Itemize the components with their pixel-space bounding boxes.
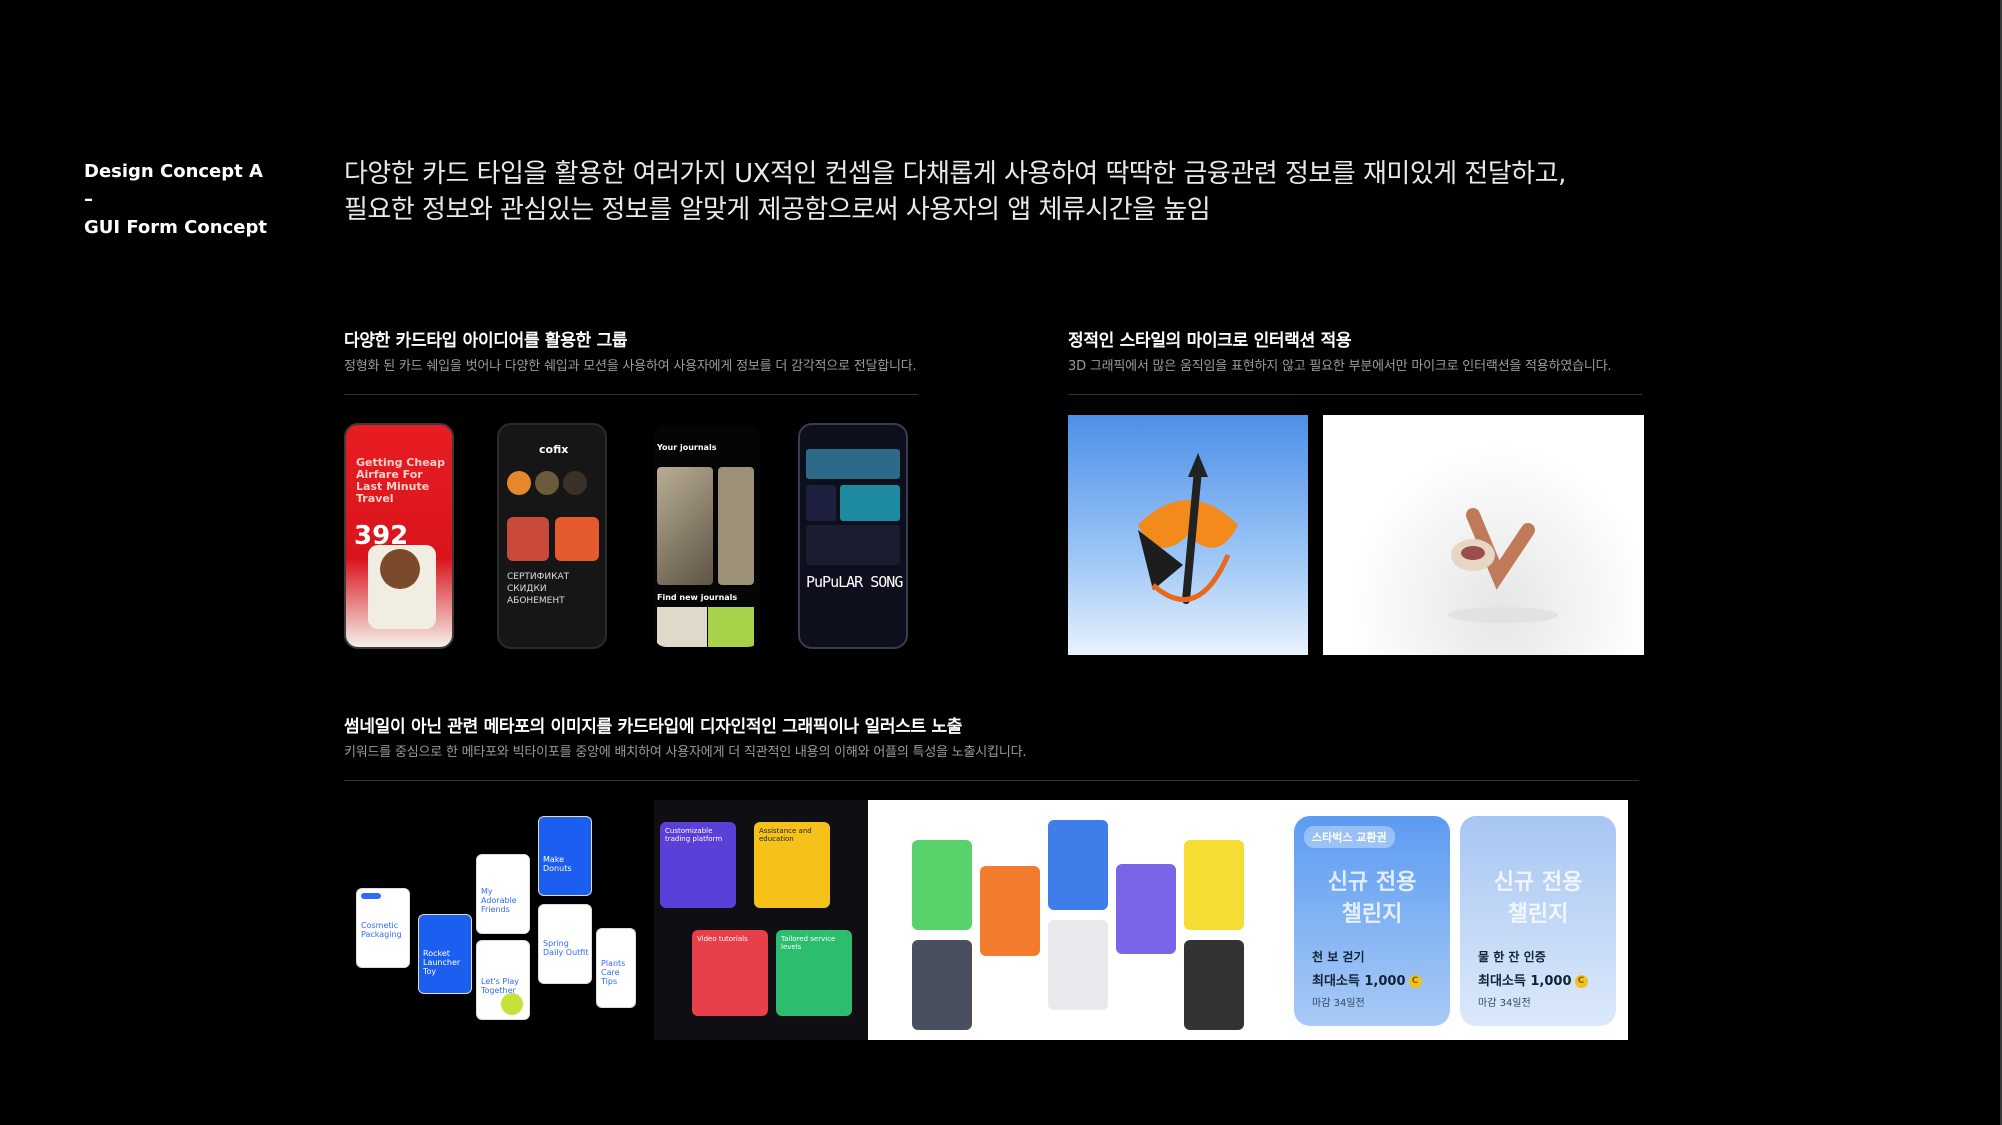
headline-line2: 필요한 정보와 관심있는 정보를 알맞게 제공함으로써 사용자의 앱 체류시간을… [344,195,1211,225]
slingshot-3d-image [1323,415,1644,655]
dessert-card [507,517,549,561]
coin-icon: C [1574,975,1588,988]
challenge-big-text: 신규 전용 [1327,870,1417,895]
section3-divider [344,780,1639,781]
challenge-reward: 최대소득 1,000 C [1312,970,1422,989]
product-thumb-icon [563,471,587,495]
mini-card: Plants Care Tips [596,928,636,1008]
product-thumb-icon [507,471,531,495]
music-tile [806,449,900,479]
feature-card-label: Customizable trading platform [665,827,723,843]
section1-title: 다양한 카드타입 아이디어를 활용한 그룹 [344,331,628,351]
mini-card-label: Make Donuts [543,855,572,873]
feature-card-label: Tailored service levels [781,935,836,951]
phone-mockup-cofix: cofix СЕРТИФИКАТ СКИДКИ АБОНЕМЕНТ [497,423,607,649]
challenge-name: 천 보 걷기 [1312,950,1365,964]
mini-card: Spring Daily Outfit [538,904,592,984]
mini-card-label: Spring Daily Outfit [543,939,589,957]
headline: 다양한 카드 타입을 활용한 여러가지 UX적인 컨셉을 다채롭게 사용하여 딱… [344,156,1566,228]
challenge-card-walk[interactable]: 스타벅스 교환권 신규 전용 챌린지 천 보 걷기 최대소득 1,000 C 마감… [1294,816,1450,1026]
illustration-card [980,866,1040,956]
rock-image [657,467,713,585]
headline-line1: 다양한 카드 타입을 활용한 여러가지 UX적인 컨셉을 다채롭게 사용하여 딱… [344,159,1566,189]
section2-title: 정적인 스타일의 마이크로 인터랙션 적용 [1068,331,1352,351]
cofix-menu-text: СЕРТИФИКАТ СКИДКИ АБОНЕМЕНТ [507,572,570,606]
phone-mockup-journals: Your journals Find new journals [652,423,762,649]
trading-cards-collage: Customizable trading platform Assistance… [654,800,868,1040]
challenge-big-text: 챌린지 [1507,902,1569,927]
feature-card: Customizable trading platform [660,822,736,908]
challenge-big-text: 신규 전용 [1493,870,1583,895]
tag-pill [361,893,381,899]
mini-card: My Adorable Friends [476,854,530,934]
section1-desc: 정형화 된 카드 쉐입을 벗어나 다양한 쉐입과 모션을 사용하여 사용자에게 … [344,359,917,374]
concept-title-line3: GUI Form Concept [84,217,267,238]
phone-mockup-travel: Getting Cheap Airfare For Last Minute Tr… [344,423,454,649]
arrow-3d-image [1068,415,1308,655]
illustration-card [1116,864,1176,954]
journals-label: Your journals [657,443,717,452]
challenge-cards: 스타벅스 교환권 신규 전용 챌린지 천 보 걷기 최대소득 1,000 C 마감… [1282,800,1628,1040]
ball-icon [501,993,523,1015]
concept-title: Design Concept A – GUI Form Concept [84,158,267,242]
mini-card: Make Donuts [538,816,592,896]
bear-illustration [380,549,420,589]
challenge-big-text: 챌린지 [1341,902,1403,927]
illustration-card [1184,940,1244,1030]
find-journals-label: Find new journals [657,593,738,602]
illustration-card [912,940,972,1030]
mini-card-label: Cosmetic Packaging [361,921,402,939]
challenge-name: 물 한 잔 인증 [1478,950,1546,964]
phone-mockup-music: PuPuLAR SONG [798,423,908,649]
cofix-logo: cofix [539,443,569,456]
mini-card: Rocket Launcher Toy [418,914,472,994]
challenge-card-water[interactable]: 신규 전용 챌린지 물 한 잔 인증 최대소득 1,000 C 마감 34일전 [1460,816,1616,1026]
feature-card-label: Video tutorials [697,935,748,943]
mini-card-collage: Cosmetic Packaging Rocket Launcher Toy M… [352,800,642,1040]
concept-title-line1: Design Concept A [84,161,263,182]
mini-card-label: Let's Play Together [481,977,519,995]
challenge-deadline: 마감 34일전 [1478,998,1531,1009]
mini-card-label: My Adorable Friends [481,887,517,914]
travel-headline: Getting Cheap Airfare For Last Minute Tr… [356,456,445,505]
reward-text: 최대소득 1,000 [1478,974,1572,989]
mini-card: Let's Play Together [476,940,530,1020]
feature-card: Tailored service levels [776,930,852,1016]
cake-card [555,517,599,561]
starbucks-badge: 스타벅스 교환권 [1304,826,1395,848]
mini-card-label: Plants Care Tips [601,959,626,986]
illustration-card [1048,920,1108,1010]
challenge-reward: 최대소득 1,000 C [1478,970,1588,989]
slingshot-icon [1448,508,1558,623]
music-tile [840,485,900,521]
section3-desc: 키워드를 중심으로 한 메타포와 빅타이포를 중앙에 배치하여 사용자에게 더 … [344,745,1027,760]
feature-card: Video tutorials [692,930,768,1016]
illustration-card [1048,820,1108,910]
reward-text: 최대소득 1,000 [1312,974,1406,989]
mini-card: Cosmetic Packaging [356,888,410,968]
feature-card: Assistance and education [754,822,830,908]
section2-desc: 3D 그래픽에서 많은 움직임을 표현하지 않고 필요한 부분에서만 마이크로 … [1068,359,1612,374]
illustration-card [1184,840,1244,930]
illustration-card [912,840,972,930]
section1-divider [344,394,918,395]
challenge-deadline: 마감 34일전 [1312,998,1365,1009]
section3-title: 썸네일이 아닌 관련 메타포의 이미지를 카드타입에 디자인적인 그래픽이나 일… [344,717,963,737]
mini-card-label: Rocket Launcher Toy [423,949,461,976]
arrow-icon [1138,453,1238,604]
journal-tile [657,607,707,647]
popular-song-text: PuPuLAR SONG [806,573,903,591]
illustration-grid [868,800,1282,1040]
product-thumb-icon [535,471,559,495]
music-tile [806,485,836,521]
feature-card-label: Assistance and education [759,827,812,843]
section2-divider [1068,394,1642,395]
music-tile [806,525,900,565]
journal-tile [708,607,754,647]
coin-icon: C [1408,975,1422,988]
journal-card [718,467,754,585]
concept-title-dash: – [84,189,93,210]
